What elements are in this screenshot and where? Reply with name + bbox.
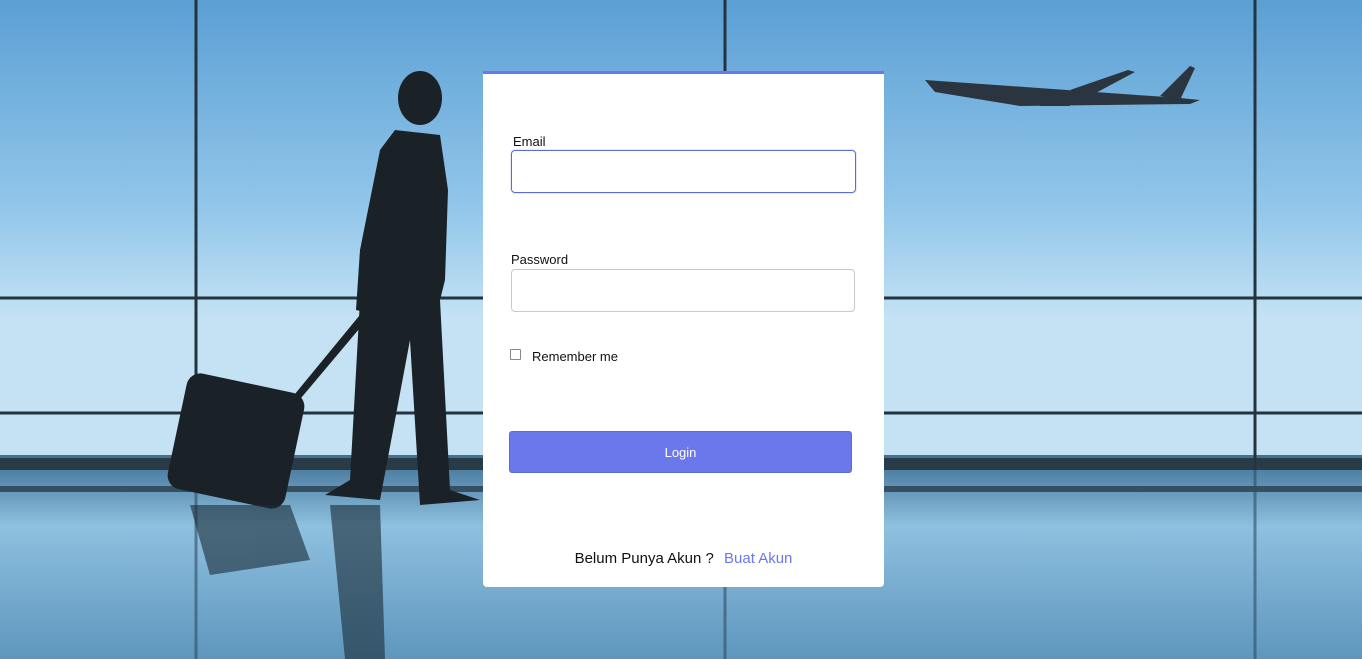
email-label: Email <box>513 134 546 149</box>
login-card: Email Password Remember me Login Belum P… <box>483 71 884 587</box>
login-button[interactable]: Login <box>509 431 852 473</box>
remember-me-label: Remember me <box>532 349 618 364</box>
password-field[interactable] <box>511 269 855 312</box>
register-prompt: Belum Punya Akun ? Buat Akun <box>483 550 884 567</box>
email-field[interactable] <box>511 150 856 193</box>
create-account-link[interactable]: Buat Akun <box>724 550 792 567</box>
no-account-text: Belum Punya Akun ? <box>574 550 714 567</box>
remember-me-checkbox[interactable] <box>510 349 521 360</box>
password-label: Password <box>511 252 569 267</box>
